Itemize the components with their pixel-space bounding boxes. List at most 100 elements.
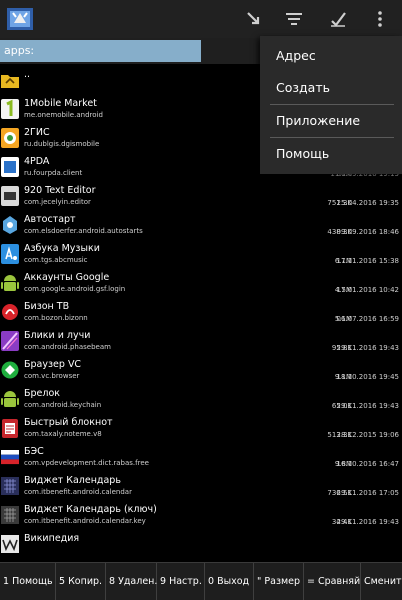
app-logo-icon[interactable]	[6, 5, 34, 33]
list-item[interactable]: БЭС com.vpdevelopment.dict.rabas.free 9.…	[0, 443, 402, 472]
package-name: com.vpdevelopment.dict.rabas.free	[24, 459, 149, 467]
list-item[interactable]: Быстрый блокнот com.taxaly.noteme.v8 513…	[0, 414, 402, 443]
list-item[interactable]: Брелок com.android.keychain 65.0K 29.11.…	[0, 385, 402, 414]
fkey-exit-button[interactable]: 0 Выход	[205, 563, 254, 600]
file-date: 28.12.2015 19:06	[336, 431, 399, 439]
fkey-label: 5 Копир.	[59, 576, 103, 587]
app-icon-wikipedia	[1, 535, 19, 553]
file-name: Википедия	[24, 533, 80, 544]
file-name: БЭС	[24, 446, 44, 457]
package-name: com.itbenefit.android.calendar	[24, 488, 132, 496]
file-name: ..	[24, 69, 31, 80]
fkey-size-button[interactable]: " Размер	[254, 563, 304, 600]
fkey-label: = Сравняй	[307, 576, 361, 587]
file-name: 1Mobile Market	[24, 98, 97, 109]
app-icon-autostart	[3, 216, 17, 234]
fkey-copy-button[interactable]: 5 Копир.	[56, 563, 106, 600]
app-icon-notepad	[2, 419, 18, 438]
package-name: com.bozon.bizonn	[24, 314, 88, 322]
fkey-label: Сменить	[364, 576, 402, 587]
package-name: ru.dublgis.dgismobile	[24, 140, 100, 148]
file-name: Бизон ТВ	[24, 301, 70, 312]
select-check-icon[interactable]	[328, 9, 348, 29]
sort-icon[interactable]	[284, 9, 304, 29]
file-name: Браузер VC	[24, 359, 82, 370]
app-icon-2gis	[1, 128, 19, 148]
list-item[interactable]: Блики и лучи com.android.phasebeam 95.8K…	[0, 327, 402, 356]
file-date: 29.11.2016 19:43	[336, 344, 399, 352]
path-text: apps:	[4, 44, 35, 57]
app-icon-1mobile	[1, 99, 19, 119]
menu-item-create[interactable]: Создать	[260, 72, 402, 104]
file-date: 25.04.2016 19:35	[336, 199, 399, 207]
app-icon-bliki	[1, 331, 19, 351]
path-field[interactable]: apps:	[0, 40, 201, 62]
menu-item-help[interactable]: Помощь	[260, 138, 402, 170]
menu-item-label: Адрес	[276, 48, 316, 63]
app-icon-vc-browser	[1, 361, 19, 379]
list-item[interactable]: Аккаунты Google com.google.android.gsf.l…	[0, 269, 402, 298]
app-icon-android	[1, 391, 19, 407]
folder-up-icon	[1, 75, 19, 88]
file-date: 18.10.2016 19:45	[336, 373, 399, 381]
file-name: 2ГИС	[24, 127, 50, 138]
app-icon-920-editor	[1, 186, 19, 206]
package-name: com.google.android.gsf.login	[24, 285, 126, 293]
fkey-settings-button[interactable]: 9 Настр.	[157, 563, 205, 600]
menu-item-address[interactable]: Адрес	[260, 40, 402, 72]
list-item[interactable]: Бизон ТВ com.bozon.bizonn 5.1M 06.07.201…	[0, 298, 402, 327]
file-name: Виджет Календарь	[24, 475, 121, 486]
file-date: 17.11.2016 15:38	[336, 257, 399, 265]
menu-item-application[interactable]: Приложение	[260, 105, 402, 137]
action-bar	[0, 0, 402, 38]
list-item[interactable]: Браузер VC com.vc.browser 9.1M 18.10.201…	[0, 356, 402, 385]
app-icon-calendar-key	[1, 506, 19, 524]
file-name: Блики и лучи	[24, 330, 91, 341]
file-name: Автостарт	[24, 214, 76, 225]
file-date: 29.11.2016 19:43	[336, 518, 399, 526]
package-name: com.android.phasebeam	[24, 343, 111, 351]
app-icon-calendar	[1, 477, 19, 495]
file-name: 920 Text Editor	[24, 185, 96, 196]
file-name: Азбука Музыки	[24, 243, 100, 254]
list-item[interactable]: Виджет Календарь com.itbenefit.android.c…	[0, 472, 402, 501]
app-icon-bes	[1, 450, 19, 465]
app-icon-android	[1, 275, 19, 291]
file-date: 09.09.2016 18:46	[336, 228, 399, 236]
fkey-label: 1 Помощь	[3, 576, 53, 587]
list-item[interactable]: Виджет Календарь (ключ) com.itbenefit.an…	[0, 501, 402, 530]
file-name: Аккаунты Google	[24, 272, 110, 283]
file-date: 06.07.2016 16:59	[336, 315, 399, 323]
file-date: 16.10.2016 16:47	[336, 460, 399, 468]
fkey-label: " Размер	[257, 576, 301, 587]
overflow-menu-icon[interactable]	[370, 9, 390, 29]
fkey-compare-button[interactable]: = Сравняй	[304, 563, 361, 600]
fkey-label: 0 Выход	[208, 576, 250, 587]
file-date: 29.11.2016 17:05	[336, 489, 399, 497]
fkey-help-button[interactable]: 1 Помощь	[0, 563, 56, 600]
file-name: 4PDA	[24, 156, 50, 167]
list-item[interactable]: Википедия	[0, 530, 402, 559]
menu-item-label: Создать	[276, 80, 330, 95]
list-item[interactable]: Автостарт com.elsdoerfer.android.autosta…	[0, 211, 402, 240]
fkey-delete-button[interactable]: 8 Удален.	[106, 563, 157, 600]
package-name: me.onemobile.android	[24, 111, 103, 119]
file-name: Быстрый блокнот	[24, 417, 113, 428]
fkey-switch-button[interactable]: Сменить	[361, 563, 402, 600]
file-name: Виджет Календарь (ключ)	[24, 504, 157, 515]
list-item[interactable]: Азбука Музыки com.tgs.abcmusic 6.1M 17.1…	[0, 240, 402, 269]
package-name: ru.fourpda.client	[24, 169, 83, 177]
app-icon-azbuka	[1, 244, 19, 264]
function-key-bar: 1 Помощь 5 Копир. 8 Удален. 9 Настр. 0 В…	[0, 562, 402, 600]
package-name: com.taxaly.noteme.v8	[24, 430, 102, 438]
package-name: com.vc.browser	[24, 372, 80, 380]
package-name: com.itbenefit.android.calendar.key	[24, 517, 146, 525]
menu-item-label: Помощь	[276, 146, 330, 161]
package-name: com.elsdoerfer.android.autostarts	[24, 227, 143, 235]
package-name: com.jecelyin.editor	[24, 198, 91, 206]
app-icon-bizon	[2, 304, 18, 320]
fkey-label: 8 Удален.	[109, 576, 158, 587]
app-icon-4pda	[1, 157, 19, 177]
arrow-down-right-icon[interactable]	[244, 9, 264, 29]
list-item[interactable]: 920 Text Editor com.jecelyin.editor 751.…	[0, 182, 402, 211]
